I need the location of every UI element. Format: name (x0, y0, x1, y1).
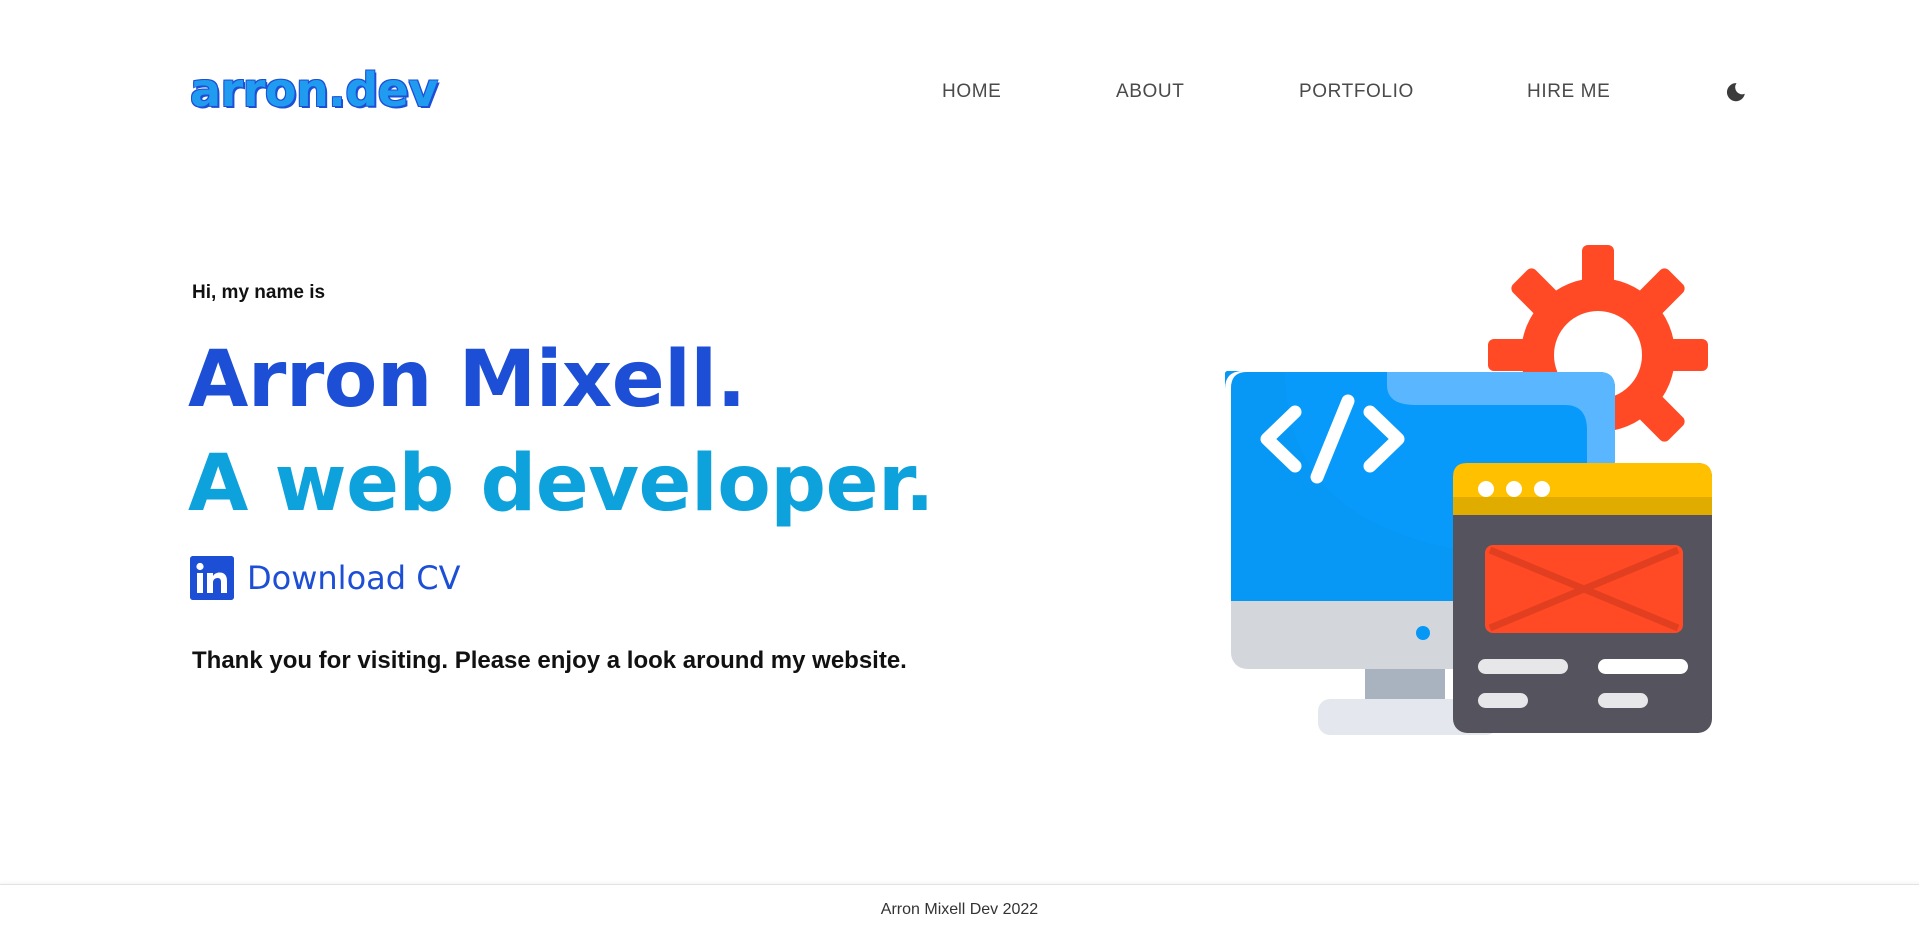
page: arron.dev HOME ABOUT PORTFOLIO HIRE ME H… (0, 0, 1919, 935)
browser-window-icon (1453, 463, 1712, 733)
linkedin-icon (190, 556, 234, 600)
welcome-message: Thank you for visiting. Please enjoy a l… (192, 647, 907, 674)
hero-role: A web developer. (188, 439, 935, 529)
hero-name: Arron Mixell. (188, 335, 746, 425)
theme-toggle-button[interactable] (1724, 80, 1748, 104)
hero-greeting: Hi, my name is (192, 282, 326, 303)
nav-hire-me[interactable]: HIRE ME (1527, 78, 1610, 106)
developer-illustration (1225, 245, 1712, 735)
download-cv-link[interactable]: Download CV (190, 555, 460, 601)
site-footer: Arron Mixell Dev 2022 (0, 884, 1919, 935)
download-cv-label: Download CV (247, 559, 461, 597)
main-nav: HOME ABOUT PORTFOLIO HIRE ME (0, 78, 1919, 108)
moon-icon (1726, 83, 1745, 102)
nav-home[interactable]: HOME (942, 78, 1001, 106)
nav-portfolio[interactable]: PORTFOLIO (1299, 78, 1414, 106)
footer-copyright: Arron Mixell Dev 2022 (880, 901, 1039, 918)
nav-about[interactable]: ABOUT (1116, 78, 1184, 106)
